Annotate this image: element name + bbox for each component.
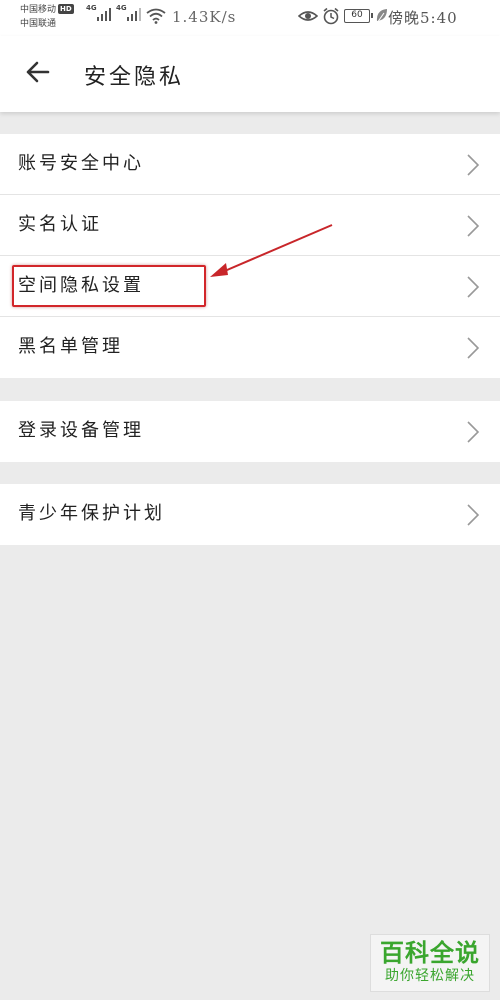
list-item-label: 黑名单管理 <box>18 336 123 357</box>
hd-badge: HD <box>58 4 74 14</box>
signal-icon-2 <box>127 8 141 21</box>
status-right: 60 傍晚5:40 <box>298 6 488 28</box>
annotation-arrow-icon <box>210 224 333 277</box>
list-item-label: 账号安全中心 <box>18 153 144 174</box>
carrier-info: 中国移动 HD 中国联通 <box>20 3 74 31</box>
settings-group-youth: 青少年保护计划 <box>0 484 500 545</box>
list-item-label: 实名认证 <box>18 214 102 235</box>
list-item-label: 登录设备管理 <box>18 420 144 441</box>
leaf-icon <box>376 9 387 24</box>
watermark-subtitle: 助你轻松解决 <box>385 968 475 984</box>
watermark-logo: 百科全说 助你轻松解决 <box>370 934 490 992</box>
list-item-youth-protection[interactable]: 青少年保护计划 <box>0 484 500 545</box>
arrow-left-icon[interactable] <box>24 58 52 86</box>
list-item-login-devices[interactable]: 登录设备管理 <box>0 401 500 462</box>
chevron-right-icon <box>467 215 480 237</box>
chevron-right-icon <box>467 337 480 359</box>
alarm-icon <box>323 7 339 25</box>
carrier-1: 中国移动 <box>20 5 57 15</box>
clock-time: 傍晚5:40 <box>388 9 458 27</box>
wifi-icon <box>146 8 166 24</box>
network-speed: 1.43K/s <box>172 8 237 26</box>
list-item-account-security[interactable]: 账号安全中心 <box>0 134 500 195</box>
battery-icon: 60 <box>344 9 373 23</box>
page-title: 安全隐私 <box>84 65 185 90</box>
app-header: 安全隐私 <box>0 36 500 112</box>
carrier-2: 中国联通 <box>20 19 57 29</box>
chevron-right-icon <box>467 154 480 176</box>
chevron-right-icon <box>467 504 480 526</box>
annotation-highlight-box <box>12 265 206 307</box>
list-item-blacklist[interactable]: 黑名单管理 <box>0 317 500 378</box>
list-item-label: 青少年保护计划 <box>18 503 165 524</box>
watermark-title: 百科全说 <box>380 939 480 967</box>
status-bar: 中国移动 HD 中国联通 4G 4G 1.43K/s 60 傍晚5:40 <box>0 0 500 36</box>
chevron-right-icon <box>467 421 480 443</box>
signal-icon <box>97 8 111 21</box>
eye-icon <box>298 11 318 21</box>
settings-group-devices: 登录设备管理 <box>0 401 500 462</box>
chevron-right-icon <box>467 276 480 298</box>
